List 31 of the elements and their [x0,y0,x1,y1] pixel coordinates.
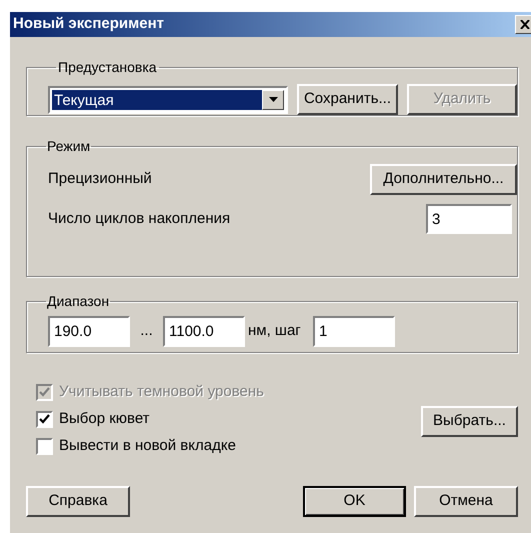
mode-label: Прецизионный [48,168,152,189]
select-button[interactable]: Выбрать... [421,406,518,436]
group-label: Предустановка [57,58,158,77]
dropdown-arrow-button[interactable] [262,90,284,110]
range-start-input[interactable]: 190.0 [48,316,130,347]
close-button[interactable] [515,15,531,34]
preset-dropdown[interactable]: Текущая [48,86,288,114]
unit-label: нм, шаг [247,321,302,342]
group-label: Режим [46,137,92,156]
step-input[interactable]: 1 [313,316,395,347]
caret-icon [268,97,278,102]
advanced-button[interactable]: Дополнительно... [370,164,517,194]
range-separator: ... [139,321,154,342]
dialog-button[interactable]: Справка [26,486,130,517]
dialog-button[interactable]: Отмена [414,486,518,517]
checkbox[interactable] [36,410,53,428]
preset-button[interactable]: Сохранить... [297,84,398,115]
dropdown-value: Текущая [52,90,262,110]
check-icon [39,387,50,397]
checkbox-label: Вывести в новой вкладке [59,436,236,456]
window-title: Новый эксперимент [13,14,164,34]
cycles-input[interactable]: 3 [426,204,512,234]
check-icon [39,414,50,424]
checkbox-label: Выбор кювет [59,408,150,429]
dialog-button[interactable]: OK [303,486,406,517]
checkbox-label: Учитывать темновой уровень [59,382,264,402]
range-end-input[interactable]: 1100.0 [163,316,245,347]
close-icon [520,20,530,29]
cycles-label: Число циклов накопления [48,208,230,229]
checkbox[interactable] [36,438,53,454]
group-label: Диапазон [46,292,110,311]
